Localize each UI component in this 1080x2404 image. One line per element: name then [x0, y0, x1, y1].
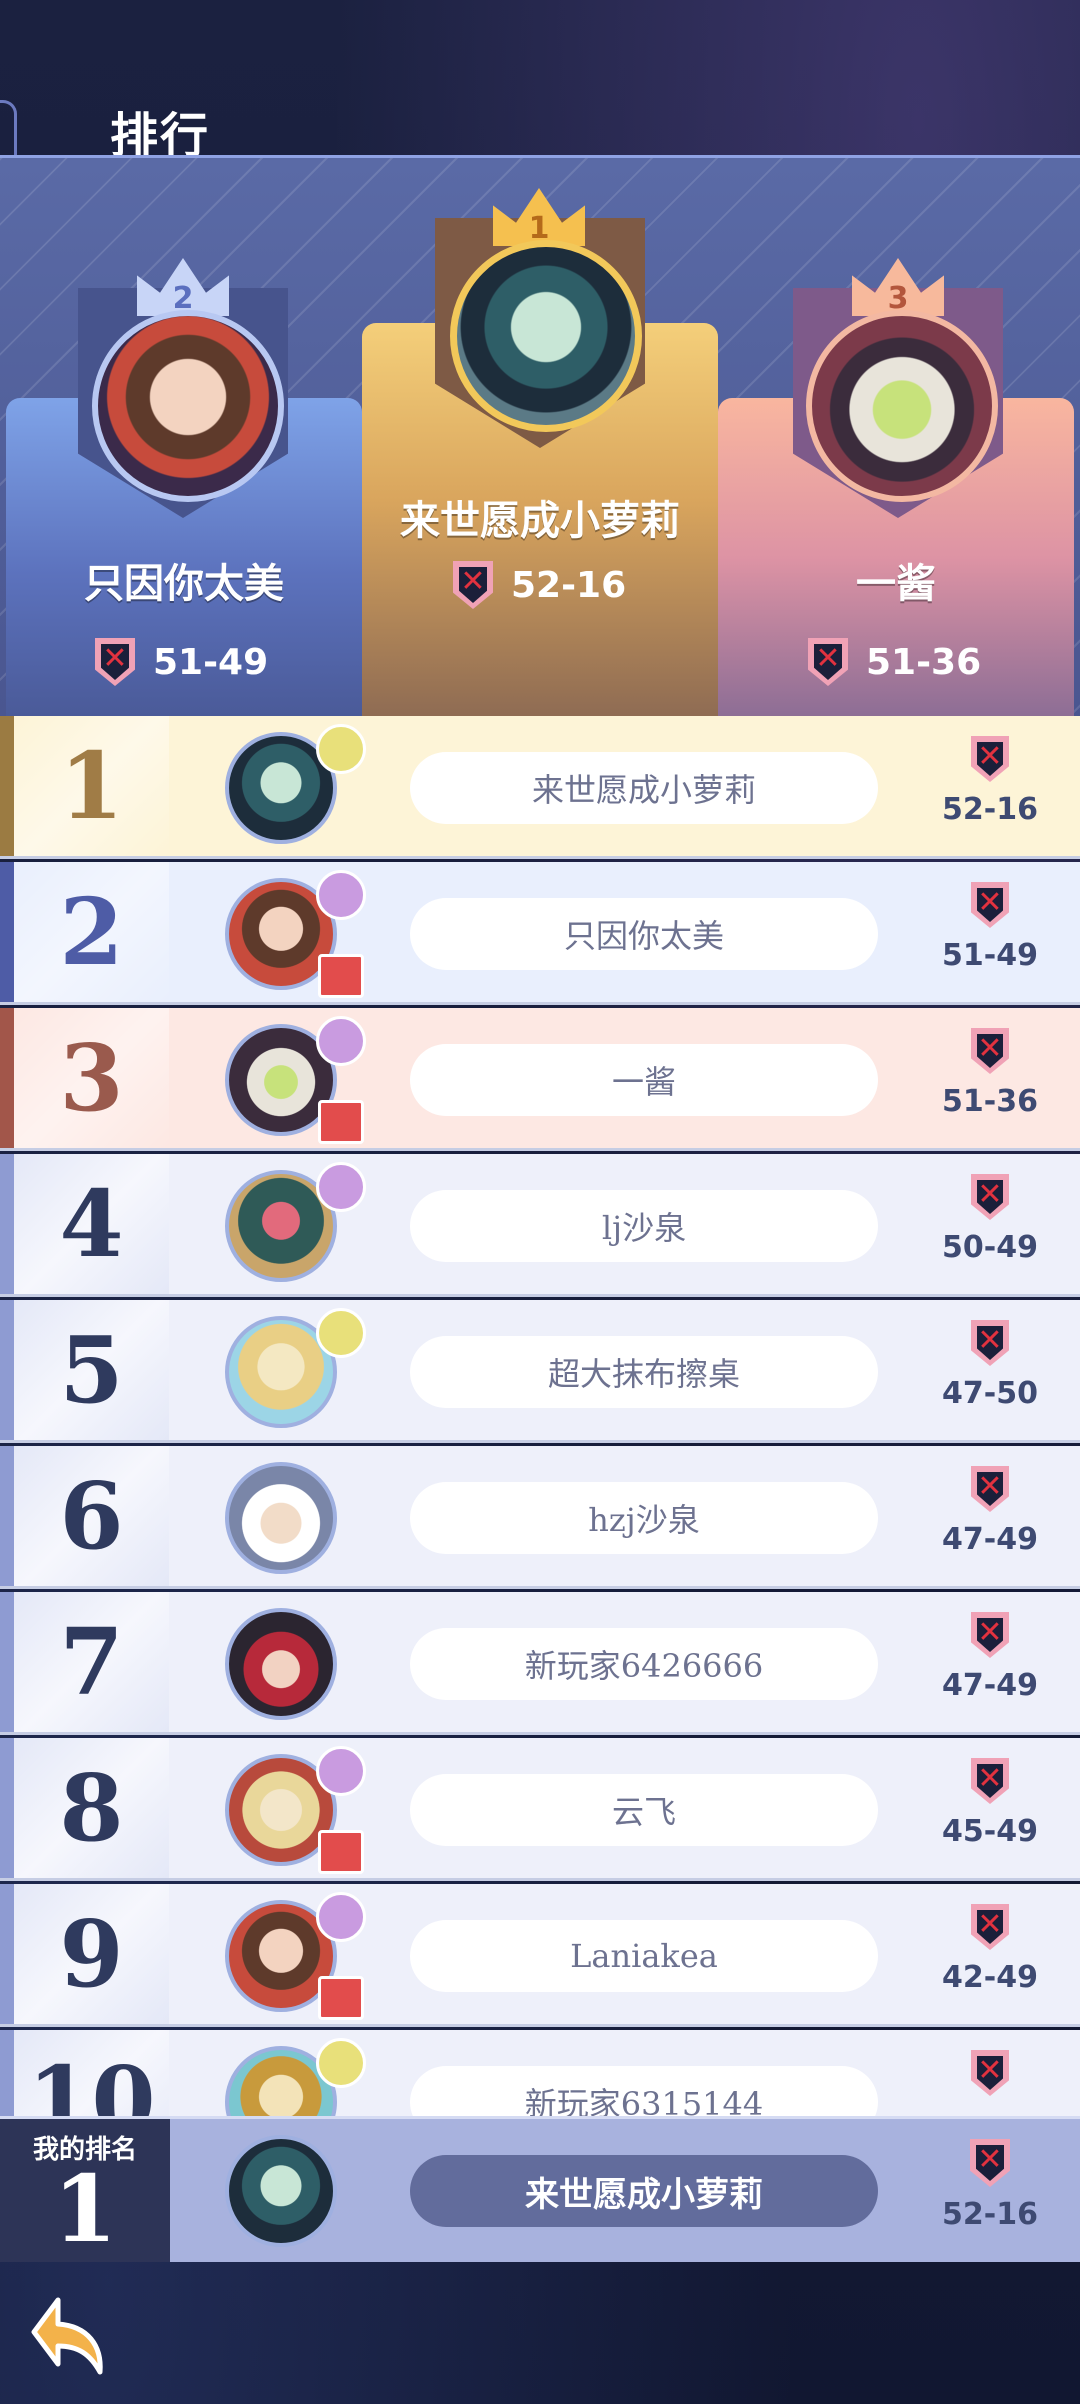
podium-player-name: 来世愿成小萝莉: [400, 498, 680, 544]
gift-icon: [318, 1100, 364, 1144]
gift-icon: [318, 1976, 364, 2020]
podium-score: 51-36: [808, 638, 981, 686]
list-item[interactable]: 8 云飞 45-49: [0, 1738, 1080, 1881]
crossed-swords-shield-icon: [453, 561, 493, 609]
score: 47-49: [930, 1466, 1050, 1557]
crossed-swords-shield-icon: [971, 1174, 1009, 1220]
list-item[interactable]: 10 新玩家6315144: [0, 2030, 1080, 2116]
list-item[interactable]: 3 一酱 51-36: [0, 1008, 1080, 1151]
my-rank-bar[interactable]: 我的排名 1 来世愿成小萝莉 52-16: [0, 2116, 1080, 2263]
list-item[interactable]: 9 Laniakea 42-49: [0, 1884, 1080, 2027]
avatar[interactable]: [225, 1608, 337, 1720]
pet-badge-icon: [316, 724, 366, 774]
crossed-swords-shield-icon: [971, 2050, 1009, 2096]
score: 51-36: [930, 1028, 1050, 1119]
rank-number: 6: [59, 1462, 124, 1570]
crossed-swords-shield-icon: [971, 882, 1009, 928]
ranking-list[interactable]: 1 来世愿成小萝莉 52-16 2 只因你太美 51-49 3 一酱 51-36…: [0, 716, 1080, 2116]
player-name[interactable]: 新玩家6315144: [410, 2066, 878, 2116]
pet-badge-icon: [316, 870, 366, 920]
pet-badge-icon: [316, 1162, 366, 1212]
crossed-swords-shield-icon: [971, 1028, 1009, 1074]
score: 51-49: [930, 882, 1050, 973]
score: 52-16: [930, 2139, 1050, 2232]
list-item[interactable]: 4 lj沙泉 50-49: [0, 1154, 1080, 1297]
player-name[interactable]: 新玩家6426666: [410, 1628, 878, 1700]
avatar[interactable]: [225, 1462, 337, 1574]
pet-badge-icon: [316, 1308, 366, 1358]
rank-number: 9: [59, 1900, 124, 2008]
avatar[interactable]: [806, 310, 998, 502]
avatar[interactable]: [92, 310, 284, 502]
avatar[interactable]: [225, 2135, 337, 2247]
rank-number: 5: [59, 1316, 124, 1424]
podium-player-name: 一酱: [856, 561, 936, 607]
my-player-name[interactable]: 来世愿成小萝莉: [410, 2155, 878, 2227]
score: 47-50: [930, 1320, 1050, 1411]
player-name[interactable]: 云飞: [410, 1774, 878, 1846]
score: 52-16: [930, 736, 1050, 827]
list-item[interactable]: 5 超大抹布擦桌 47-50: [0, 1300, 1080, 1443]
score: 50-49: [930, 1174, 1050, 1265]
crossed-swords-shield-icon: [970, 2139, 1010, 2187]
crossed-swords-shield-icon: [971, 1320, 1009, 1366]
score: 45-49: [930, 1758, 1050, 1849]
list-item[interactable]: 6 hzj沙泉 47-49: [0, 1446, 1080, 1589]
back-arrow-icon[interactable]: [28, 2292, 116, 2380]
crossed-swords-shield-icon: [95, 638, 135, 686]
player-name[interactable]: hzj沙泉: [410, 1482, 878, 1554]
rank-number: 4: [59, 1170, 124, 1278]
crossed-swords-shield-icon: [971, 1904, 1009, 1950]
gift-icon: [318, 954, 364, 998]
avatar[interactable]: [450, 240, 642, 432]
score: 47-49: [930, 1612, 1050, 1703]
player-name[interactable]: lj沙泉: [410, 1190, 878, 1262]
top-three-podium: 2 1 3 只因你太美 来世愿成小萝莉 一酱 51-49 52-16 51-36: [0, 155, 1080, 718]
crossed-swords-shield-icon: [971, 1612, 1009, 1658]
pet-badge-icon: [316, 2038, 366, 2088]
podium-score: 51-49: [95, 638, 268, 686]
podium-player-name: 只因你太美: [84, 561, 284, 607]
crossed-swords-shield-icon: [808, 638, 848, 686]
rank-number: 1: [59, 732, 124, 840]
pet-badge-icon: [316, 1016, 366, 1066]
my-rank-number: 1: [52, 2155, 117, 2263]
pet-badge-icon: [316, 1892, 366, 1942]
pet-badge-icon: [316, 1746, 366, 1796]
podium-score: 52-16: [453, 561, 626, 609]
list-item[interactable]: 7 新玩家6426666 47-49: [0, 1592, 1080, 1735]
crossed-swords-shield-icon: [971, 1758, 1009, 1804]
list-item[interactable]: 2 只因你太美 51-49: [0, 862, 1080, 1005]
player-name[interactable]: 只因你太美: [410, 898, 878, 970]
gift-icon: [318, 1830, 364, 1874]
player-name[interactable]: Laniakea: [410, 1920, 878, 1992]
rank-number: 3: [59, 1024, 124, 1132]
rank-number: 10: [27, 2046, 156, 2116]
crossed-swords-shield-icon: [971, 736, 1009, 782]
rank-number: 2: [59, 878, 124, 986]
score: [930, 2050, 1050, 2106]
rank-number: 7: [59, 1608, 124, 1716]
crossed-swords-shield-icon: [971, 1466, 1009, 1512]
player-name[interactable]: 超大抹布擦桌: [410, 1336, 878, 1408]
list-item[interactable]: 1 来世愿成小萝莉 52-16: [0, 716, 1080, 859]
player-name[interactable]: 一酱: [410, 1044, 878, 1116]
player-name[interactable]: 来世愿成小萝莉: [410, 752, 878, 824]
score: 42-49: [930, 1904, 1050, 1995]
rank-number: 8: [59, 1754, 124, 1862]
